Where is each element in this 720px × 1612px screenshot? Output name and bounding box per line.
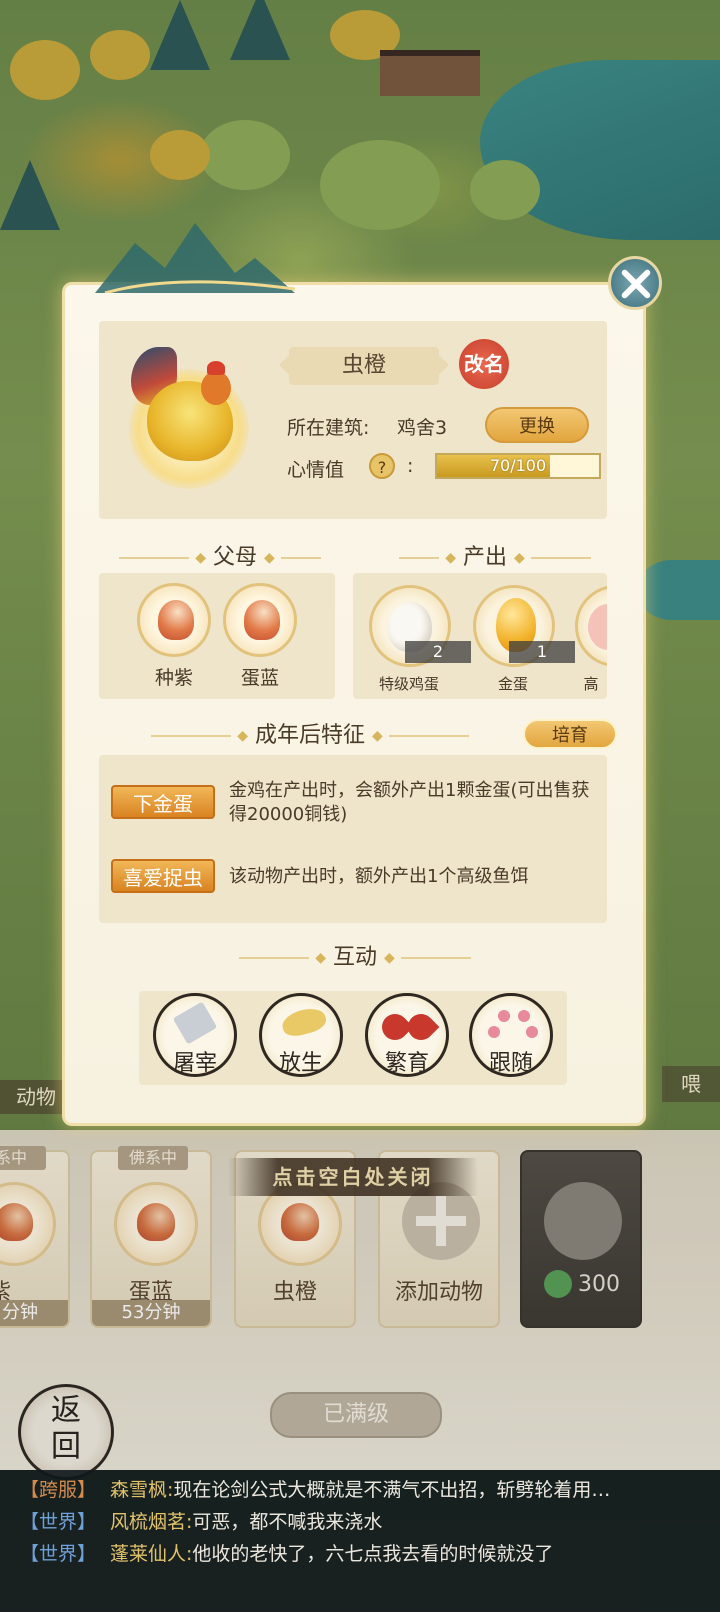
chat-text: 可恶，都不喊我来浇水 <box>192 1511 383 1533</box>
slaughter-button[interactable]: 屠宰 <box>153 993 237 1081</box>
chat-message: 【世界】 蓬莱仙人:他收的老快了，六七点我去看的时候就没了 <box>20 1538 710 1570</box>
output-name: 高 <box>583 675 599 693</box>
animal-detail-dialog: 虫橙 改名 所在建筑: 鸡舍3 更换 心情值 ? : 70/100 ◆ 父母 ◆… <box>62 223 646 1126</box>
action-label: 屠宰 <box>172 1051 217 1076</box>
breed-action-button[interactable]: 繁育 <box>365 993 449 1081</box>
parent-name: 种紫 <box>154 667 193 689</box>
output-count: 1 <box>509 641 575 663</box>
action-label: 跟随 <box>488 1051 533 1076</box>
close-icon[interactable] <box>608 256 662 310</box>
parents-title: ◆ 父母 ◆ <box>85 539 355 571</box>
traits-panel: 下金蛋 金鸡在产出时，会额外产出1颗金蛋(可出售获得20000铜钱) 喜爱捉虫 … <box>99 755 607 923</box>
change-building-button[interactable]: 更换 <box>485 407 589 443</box>
mood-label: 心情值 <box>287 459 345 481</box>
chat-message: 【跨服】 森雪枫:现在论剑公式大概就是不满气不出招，斩劈轮着用… <box>20 1474 710 1506</box>
animal-info-card: 虫橙 改名 所在建筑: 鸡舍3 更换 心情值 ? : 70/100 <box>99 321 607 519</box>
outputs-panel: 2 特级鸡蛋 1 金蛋 高 <box>353 573 607 699</box>
chat-channel: 【世界】 <box>20 1543 97 1565</box>
parents-panel: 种紫 蛋蓝 <box>99 573 335 699</box>
actions-panel: 屠宰 放生 繁育 跟随 <box>139 991 567 1085</box>
release-button[interactable]: 放生 <box>259 993 343 1081</box>
chat-message: 【世界】 风梳烟茗:可恶，都不喊我来浇水 <box>20 1506 710 1538</box>
parent-name: 蛋蓝 <box>240 667 279 689</box>
mood-colon: : <box>407 455 414 477</box>
ham-icon[interactable] <box>575 585 607 667</box>
help-icon[interactable]: ? <box>369 453 395 479</box>
chat-sender: 森雪枫: <box>110 1479 174 1501</box>
chat-channel: 【世界】 <box>20 1511 97 1533</box>
action-label: 放生 <box>278 1051 323 1076</box>
mountain-decoration-icon <box>95 223 295 293</box>
breed-button[interactable]: 培育 <box>523 719 617 749</box>
parent-hen-icon[interactable] <box>223 583 297 657</box>
chat-panel[interactable]: 【跨服】 森雪枫:现在论剑公式大概就是不满气不出招，斩劈轮着用… 【世界】 风梳烟茗… <box>0 1470 720 1612</box>
animal-name: 虫橙 <box>289 347 439 385</box>
rename-button[interactable]: 改名 <box>459 339 509 389</box>
chat-sender: 风梳烟茗: <box>110 1511 193 1533</box>
chat-text: 他收的老快了，六七点我去看的时候就没了 <box>192 1543 554 1565</box>
chat-text: 现在论剑公式大概就是不满气不出招，斩劈轮着用… <box>173 1479 611 1501</box>
output-title: ◆ 产出 ◆ <box>365 539 625 571</box>
trait-tag[interactable]: 下金蛋 <box>111 785 215 819</box>
traits-title: ◆ 成年后特征 ◆ <box>105 717 515 749</box>
trait-description: 该动物产出时，额外产出1个高级鱼饵 <box>229 866 529 887</box>
trait-tag[interactable]: 喜爱捉虫 <box>111 859 215 893</box>
follow-button[interactable]: 跟随 <box>469 993 553 1081</box>
chat-sender: 蓬莱仙人: <box>110 1543 193 1565</box>
output-count: 2 <box>405 641 471 663</box>
output-name: 特级鸡蛋 <box>378 675 439 693</box>
mood-bar: 70/100 <box>435 453 601 479</box>
building-label: 所在建筑: <box>287 417 370 439</box>
chat-channel: 【跨服】 <box>20 1479 97 1501</box>
interact-title: ◆ 互动 ◆ <box>185 939 525 971</box>
golden-chicken-icon <box>125 341 257 491</box>
trait-description: 金鸡在产出时，会额外产出1颗金蛋(可出售获得20000铜钱) <box>229 780 590 825</box>
action-label: 繁育 <box>384 1051 429 1076</box>
parent-hen-icon[interactable] <box>137 583 211 657</box>
building-value: 鸡舍3 <box>397 417 448 439</box>
mood-value: 70/100 <box>489 456 547 475</box>
